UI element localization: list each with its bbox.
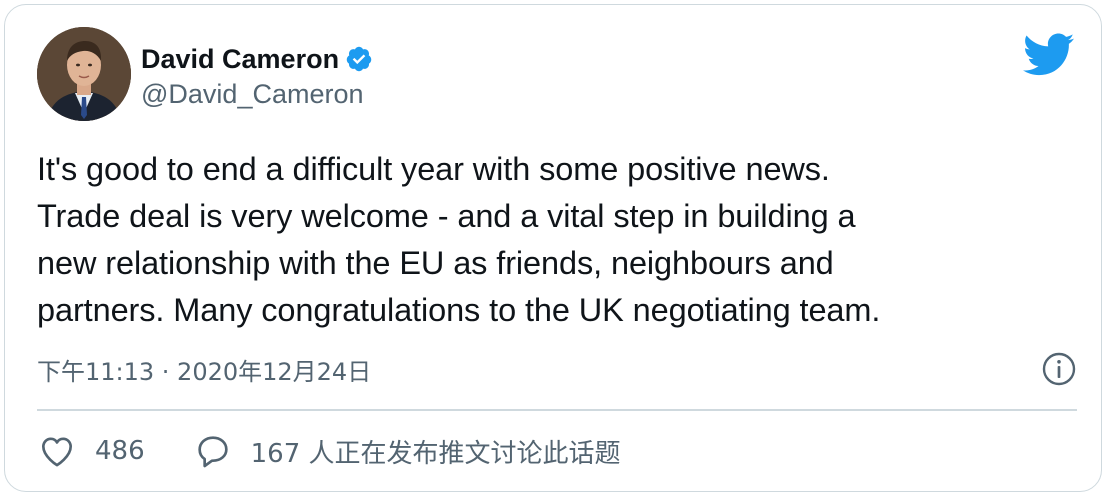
tweet-timestamp[interactable]: 下午11:13 · 2020年12月24日 bbox=[37, 352, 371, 387]
avatar[interactable] bbox=[37, 27, 131, 121]
heart-icon bbox=[42, 437, 72, 467]
author-name-row[interactable]: David Cameron bbox=[141, 41, 373, 77]
reply-bubble-icon bbox=[197, 436, 228, 468]
divider bbox=[37, 409, 1077, 411]
reply-button[interactable]: 167 人正在发布推文讨论此话题 bbox=[193, 431, 621, 471]
author-handle[interactable]: @David_Cameron bbox=[141, 79, 364, 110]
tweet-card[interactable]: David Cameron @David_Cameron It's good t… bbox=[4, 4, 1102, 492]
tweet-meta: 下午11:13 · 2020年12月24日 bbox=[37, 351, 1077, 387]
verified-badge-icon bbox=[346, 46, 372, 72]
tweet-actions: 486 167 人正在发布推文讨论此话题 bbox=[37, 429, 621, 473]
like-button[interactable]: 486 bbox=[37, 431, 145, 471]
reply-discussion-text: 167 人正在发布推文讨论此话题 bbox=[250, 438, 621, 469]
tweet-text: It's good to end a difficult year with s… bbox=[37, 151, 881, 328]
avatar-image bbox=[37, 27, 131, 121]
like-count: 486 bbox=[95, 436, 145, 466]
info-icon[interactable] bbox=[1041, 351, 1077, 387]
author-name[interactable]: David Cameron bbox=[141, 44, 339, 75]
twitter-bird-icon[interactable] bbox=[1023, 33, 1075, 77]
